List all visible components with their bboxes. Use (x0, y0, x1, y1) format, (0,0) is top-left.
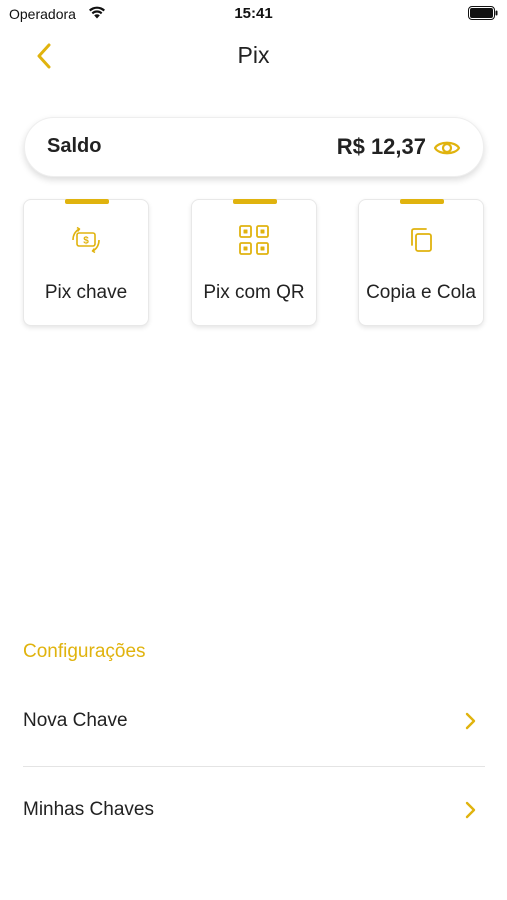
pix-com-qr-label: Pix com QR (203, 282, 305, 303)
card-accent-bar (400, 199, 444, 204)
balance-value: R$ 12,37 (336, 134, 426, 159)
money-transfer-icon: $ (72, 226, 100, 254)
qr-code-icon (239, 225, 269, 255)
copia-e-cola-button[interactable]: Copia e Cola (358, 199, 484, 326)
nova-chave-label: Nova Chave (23, 710, 128, 731)
minhas-chaves-label: Minhas Chaves (23, 799, 154, 820)
card-accent-bar (65, 199, 109, 204)
balance-label: Saldo (47, 135, 102, 157)
pix-chave-button[interactable]: $ Pix chave (23, 199, 149, 326)
copia-e-cola-label: Copia e Cola (366, 282, 476, 303)
page-title: Pix (237, 42, 270, 68)
minhas-chaves-row[interactable]: Minhas Chaves (23, 782, 485, 842)
card-accent-bar (233, 199, 277, 204)
balance-card: Saldo R$ 12,37 (24, 117, 484, 177)
chevron-right-icon (465, 801, 476, 819)
eye-icon[interactable] (433, 136, 461, 160)
clock-time: 15:41 (234, 5, 273, 22)
battery-icon (468, 6, 498, 20)
pix-chave-label: Pix chave (44, 282, 128, 303)
status-bar: Operadora 15:41 (0, 0, 507, 28)
settings-section-title: Configurações (23, 641, 146, 662)
copy-icon (411, 228, 432, 252)
nova-chave-row[interactable]: Nova Chave (23, 693, 485, 753)
pix-com-qr-button[interactable]: Pix com QR (191, 199, 317, 326)
navigation-bar: Pix (0, 30, 507, 80)
chevron-right-icon (465, 712, 476, 730)
settings-divider (23, 766, 485, 767)
svg-text:$: $ (83, 236, 89, 247)
